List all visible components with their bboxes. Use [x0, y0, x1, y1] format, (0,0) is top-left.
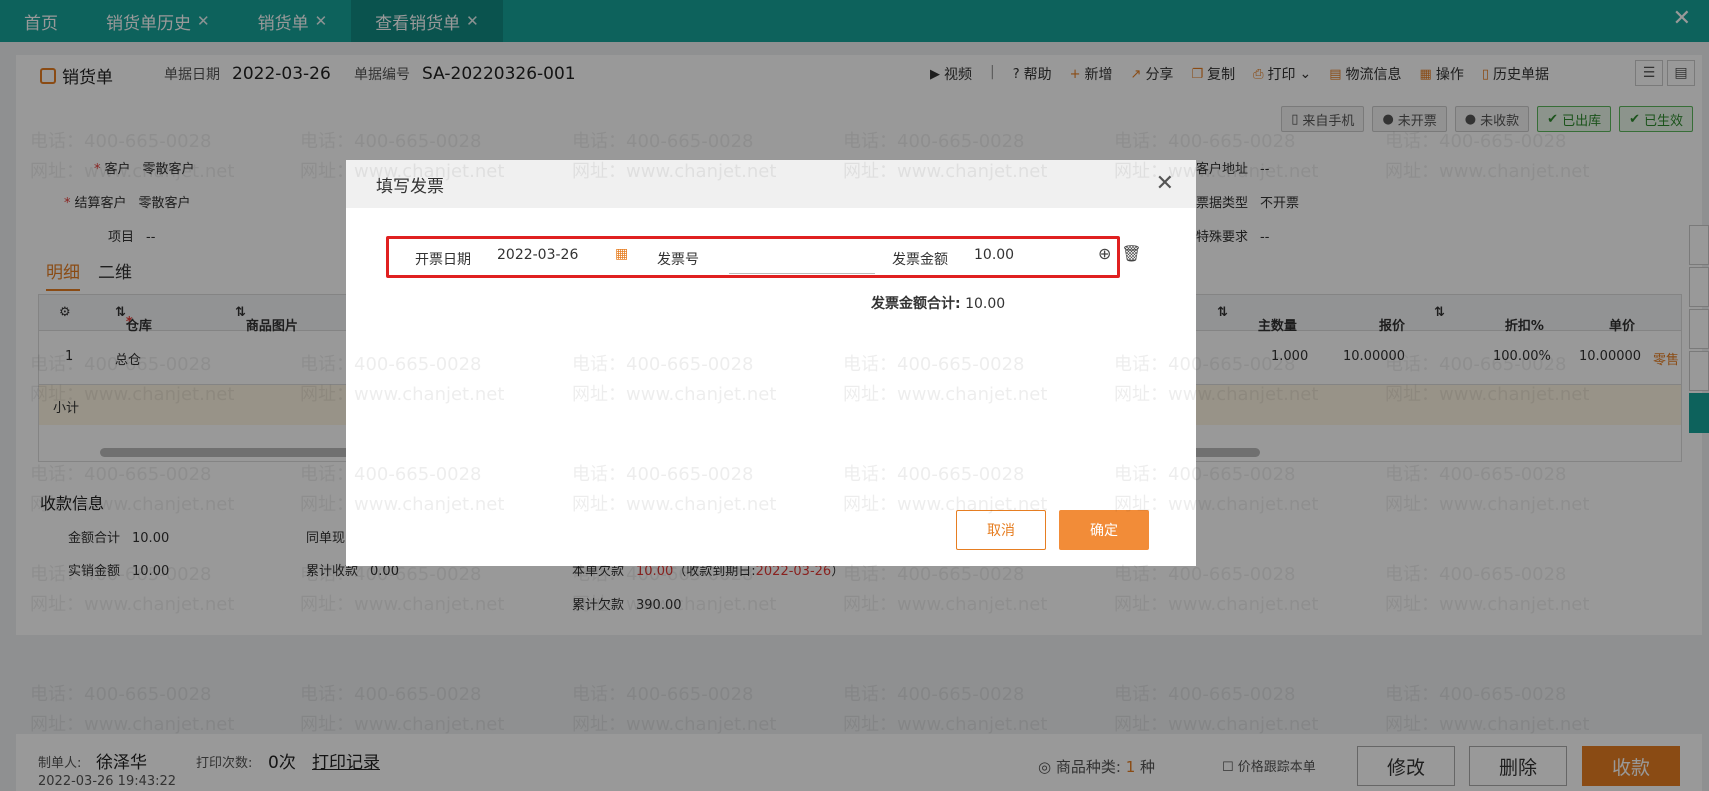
cancel-button[interactable]: 取消	[956, 510, 1046, 550]
calendar-icon[interactable]: ▦	[615, 246, 628, 262]
invoice-amount-input[interactable]: 10.00	[974, 247, 1014, 263]
invoice-date-label: 开票日期	[415, 252, 471, 268]
invoice-total: 发票金额合计: 10.00	[871, 296, 1006, 312]
invoice-number-input[interactable]	[729, 249, 875, 269]
invoice-number-label: 发票号	[657, 252, 699, 268]
invoice-amount-label: 发票金额	[892, 252, 948, 268]
trash-icon[interactable]: 🗑	[1121, 244, 1141, 263]
confirm-button[interactable]: 确定	[1059, 510, 1149, 550]
invoice-row: 开票日期 2022-03-26 ▦ 发票号 发票金额 10.00	[386, 236, 1120, 278]
dialog-title: 填写发票	[376, 176, 444, 197]
dialog-header: 填写发票 ✕	[346, 160, 1196, 208]
invoice-row-actions: ⊕ 🗑	[1098, 244, 1142, 263]
close-icon[interactable]: ✕	[1156, 171, 1174, 196]
invoice-number-underline	[729, 273, 875, 274]
invoice-dialog: 填写发票 ✕ 开票日期 2022-03-26 ▦ 发票号 发票金额 10.00 …	[346, 160, 1196, 566]
invoice-date-input[interactable]: 2022-03-26	[497, 247, 578, 263]
add-circle-icon[interactable]: ⊕	[1098, 244, 1111, 263]
